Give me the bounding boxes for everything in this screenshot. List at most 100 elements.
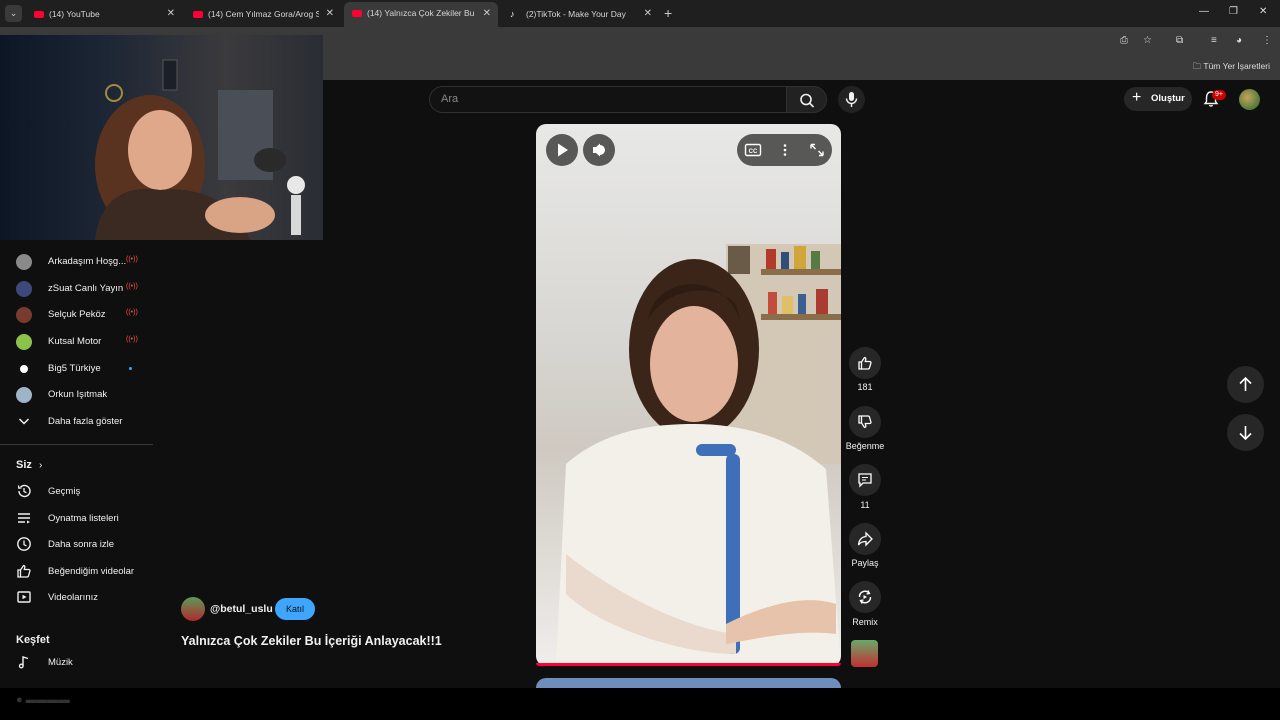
dislike-button[interactable] <box>849 406 881 438</box>
you-section-heading[interactable]: Siz › <box>16 459 42 471</box>
browser-tab[interactable]: (14) Cem Yılmaz Gora/Arog Sal ✕ <box>185 4 341 24</box>
sound-source-thumbnail[interactable] <box>851 640 878 667</box>
close-tab-icon[interactable]: ✕ <box>483 2 491 25</box>
comment-count: 11 <box>860 500 870 510</box>
video-progress-bar[interactable] <box>536 663 841 666</box>
svg-text:CC: CC <box>749 149 758 155</box>
channel-name: Big5 Türkiye <box>48 363 101 374</box>
new-tab-button[interactable]: + <box>664 4 672 22</box>
all-bookmarks-label: Tüm Yer İşaretleri <box>1203 61 1270 71</box>
subscription-item[interactable]: Orkun Işıtmak <box>16 385 156 405</box>
your-videos-icon <box>17 591 31 603</box>
browser-tab-bar: ⌄ (14) YouTube ✕ (14) Cem Yılmaz Gora/Ar… <box>0 0 1280 27</box>
channel-name: Orkun Işıtmak <box>48 389 108 400</box>
short-video-player[interactable] <box>536 124 841 666</box>
channel-avatar[interactable] <box>181 597 205 621</box>
show-more-button[interactable]: Daha fazla göster <box>16 412 156 432</box>
browser-menu-icon[interactable]: ⋮ <box>1262 35 1272 46</box>
subscription-item[interactable]: zSuat Canlı Yayın ((•)) <box>16 279 156 299</box>
watch-later-icon <box>17 537 31 551</box>
sidebar-item-playlists[interactable]: Oynatma listeleri <box>16 509 156 529</box>
remix-label: Remix <box>852 617 878 627</box>
webcam-overlay <box>0 35 323 240</box>
tiktok-icon: ♪ <box>510 9 515 19</box>
browser-tab[interactable]: ♪ (2)TikTok - Make Your Day ✕ <box>503 4 659 24</box>
sidebar-item-music[interactable]: Müzik <box>16 653 156 673</box>
comments-button[interactable] <box>849 464 881 496</box>
like-button[interactable] <box>849 347 881 379</box>
arrow-down-icon <box>1239 426 1252 441</box>
voice-search-button[interactable] <box>838 86 865 113</box>
sidebar-item-liked-videos[interactable]: Beğendiğim videolar <box>16 562 156 582</box>
youtube-icon <box>193 11 203 18</box>
channel-avatar <box>16 361 32 377</box>
subscription-item[interactable]: Arkadaşım Hoşg... ((•)) <box>16 252 156 272</box>
dislike-label: Beğenme <box>845 441 885 451</box>
search-button[interactable] <box>786 86 827 113</box>
sidebar-item-label: Beğendiğim videolar <box>48 566 135 577</box>
close-tab-icon[interactable]: ✕ <box>167 4 175 24</box>
more-options-icon[interactable] <box>775 141 795 159</box>
channel-avatar <box>16 334 32 350</box>
extensions-icon[interactable]: ⧉ <box>1176 35 1183 46</box>
account-avatar[interactable] <box>1239 89 1260 110</box>
sidebar-divider <box>0 444 153 445</box>
tab-title: (14) Cem Yılmaz Gora/Arog Sal <box>208 9 319 19</box>
channel-handle[interactable]: @betul_uslu <box>210 603 273 615</box>
browser-tab[interactable]: (14) YouTube ✕ <box>26 4 182 24</box>
minimize-icon[interactable]: — <box>1199 6 1209 17</box>
remix-icon <box>858 590 872 604</box>
subscription-item[interactable]: Big5 Türkiye <box>16 359 156 379</box>
profile-icon[interactable]: ◕ <box>1236 35 1242 46</box>
tab-search-button[interactable]: ⌄ <box>5 5 22 22</box>
comment-icon <box>858 473 872 488</box>
next-short-button[interactable] <box>1227 414 1264 451</box>
live-indicator-icon: ((•)) <box>126 336 138 343</box>
bottom-overlay-bar <box>0 688 1280 720</box>
folder-icon: 🗀 <box>1192 61 1204 71</box>
play-button[interactable] <box>546 134 578 166</box>
sidebar-item-label: Daha sonra izle <box>48 539 115 550</box>
channel-name: zSuat Canlı Yayın <box>48 283 124 294</box>
volume-button[interactable] <box>583 134 615 166</box>
subscription-item[interactable]: Kutsal Motor ((•)) <box>16 332 156 352</box>
arrow-up-icon <box>1239 376 1252 391</box>
close-window-icon[interactable]: ✕ <box>1259 6 1267 17</box>
close-tab-icon[interactable]: ✕ <box>644 4 652 24</box>
play-icon <box>558 143 568 157</box>
remix-button[interactable] <box>849 581 881 613</box>
youtube-icon <box>34 11 44 18</box>
close-tab-icon[interactable]: ✕ <box>326 4 334 24</box>
sidebar-item-your-videos[interactable]: Videolarınız <box>16 588 156 608</box>
media-control-icon[interactable]: ≡ <box>1211 35 1217 46</box>
search-input[interactable]: Ara <box>429 86 787 113</box>
previous-short-button[interactable] <box>1227 366 1264 403</box>
fullscreen-icon[interactable] <box>807 141 827 159</box>
sidebar-item-watch-later[interactable]: Daha sonra izle <box>16 535 156 555</box>
new-content-dot <box>129 367 132 370</box>
captions-icon[interactable]: CC <box>743 141 763 159</box>
subscription-item[interactable]: Selçuk Peköz ((•)) <box>16 305 156 325</box>
sidebar-item-history[interactable]: Geçmiş <box>16 482 156 502</box>
install-app-icon[interactable]: ⎙ <box>1120 35 1128 46</box>
create-button[interactable]: + Oluştur <box>1124 87 1192 111</box>
all-bookmarks-button[interactable]: 🗀 Tüm Yer İşaretleri <box>1193 61 1270 75</box>
share-label: Paylaş <box>851 558 879 568</box>
join-button[interactable]: Katıl <box>275 598 315 620</box>
share-button[interactable] <box>849 523 881 555</box>
plus-icon: + <box>1132 89 1142 106</box>
explore-section-heading: Keşfet <box>16 634 50 646</box>
search-placeholder: Ara <box>441 93 459 105</box>
show-more-label: Daha fazla göster <box>48 416 123 427</box>
tab-title: (14) YouTube <box>49 9 100 19</box>
channel-avatar <box>16 387 32 403</box>
bookmark-star-icon[interactable]: ☆ <box>1143 35 1152 46</box>
streamer-webcam-image <box>95 59 305 240</box>
browser-tab-active[interactable]: (14) Yalnızca Çok Zekiler Bu İçe ✕ <box>344 2 498 27</box>
sidebar-item-label: Geçmiş <box>48 486 81 497</box>
chevron-right-icon: › <box>38 460 43 471</box>
thumbs-up-icon <box>858 356 872 370</box>
restore-icon[interactable]: ❐ <box>1229 6 1238 17</box>
channel-avatar <box>16 307 32 323</box>
channel-name: Arkadaşım Hoşg... <box>48 256 127 267</box>
